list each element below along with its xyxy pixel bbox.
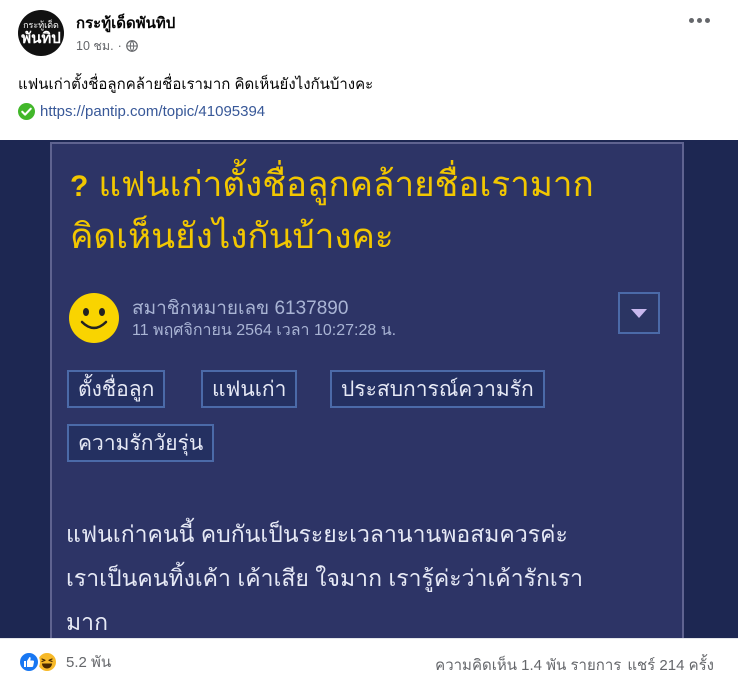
page-avatar[interactable]: กระทู้เด็ด พันทิป <box>18 10 64 56</box>
tag-teen-love[interactable]: ความรักวัยรุ่น <box>67 424 215 462</box>
post-card: กระทู้เด็ด พันทิป กระทู้เด็ดพันทิป 10 ชม… <box>0 0 738 695</box>
thumbs-up-icon <box>24 657 35 667</box>
tag-love-experience[interactable]: ประสบการณ์ความรัก <box>330 370 545 408</box>
avatar-text-bottom: พันทิป <box>21 29 61 47</box>
green-check-icon <box>18 103 35 120</box>
body-line: แฟนเก่าคนนี้ คบกันเป็นระยะเวลานานพอสมควร… <box>66 521 568 547</box>
dot-icon <box>689 18 694 23</box>
share-count[interactable]: แชร์ 214 ครั้ง <box>627 653 714 677</box>
engagement-stats: ความคิดเห็น 1.4 พัน รายการ แชร์ 214 ครั้… <box>435 653 714 677</box>
reactions-summary[interactable]: 5.2 พัน <box>18 650 111 674</box>
topic-link[interactable]: https://pantip.com/topic/41095394 <box>40 103 265 120</box>
page-name[interactable]: กระทู้เด็ดพันทิป <box>76 11 175 35</box>
more-options-button[interactable] <box>689 18 710 23</box>
reaction-count[interactable]: 5.2 พัน <box>66 650 111 674</box>
smiley-icon <box>69 293 119 343</box>
avatar-text-top: กระทู้เด็ด <box>23 19 59 30</box>
topic-title-line1: แฟนเก่าตั้งชื่อลูกคล้ายชื่อเรามาก <box>98 165 594 204</box>
tag-ex[interactable]: แฟนเก่า <box>201 370 298 408</box>
globe-icon[interactable] <box>125 40 138 52</box>
body-line: เราเป็นคนทิ้งเค้า เค้าเสีย ใจมาก เรารู้ค… <box>66 565 584 591</box>
like-icon <box>18 651 40 673</box>
post-time[interactable]: 10 ชม. <box>76 36 114 56</box>
laughing-face-icon <box>41 658 53 669</box>
comment-count[interactable]: ความคิดเห็น 1.4 พัน รายการ <box>435 653 621 677</box>
post-date: 11 พฤศจิกายน 2564 เวลา 10:27:28 น. <box>132 322 397 339</box>
tag-name-baby[interactable]: ตั้งชื่อลูก <box>67 370 166 408</box>
post-text: แฟนเก่าตั้งชื่อลูกคล้ายชื่อเรามาก คิดเห็… <box>18 76 374 93</box>
dropdown-button[interactable] <box>618 292 660 334</box>
question-icon: ? <box>70 170 89 203</box>
dot-icon <box>705 18 710 23</box>
topic-title-line2: คิดเห็นยังไงกันบ้างคะ <box>70 217 394 256</box>
post-link-row: https://pantip.com/topic/41095394 <box>18 103 265 120</box>
topic-body-text: แฟนเก่าคนนี้ คบกันเป็นระยะเวลานานพอสมควร… <box>66 512 666 644</box>
topic-title: ? แฟนเก่าตั้งชื่อลูกคล้ายชื่อเรามาก คิดเห… <box>70 160 680 262</box>
triangle-down-icon <box>631 308 647 318</box>
meta-separator: · <box>117 39 122 53</box>
dot-icon <box>697 18 702 23</box>
post-meta: 10 ชม. · <box>76 36 138 56</box>
